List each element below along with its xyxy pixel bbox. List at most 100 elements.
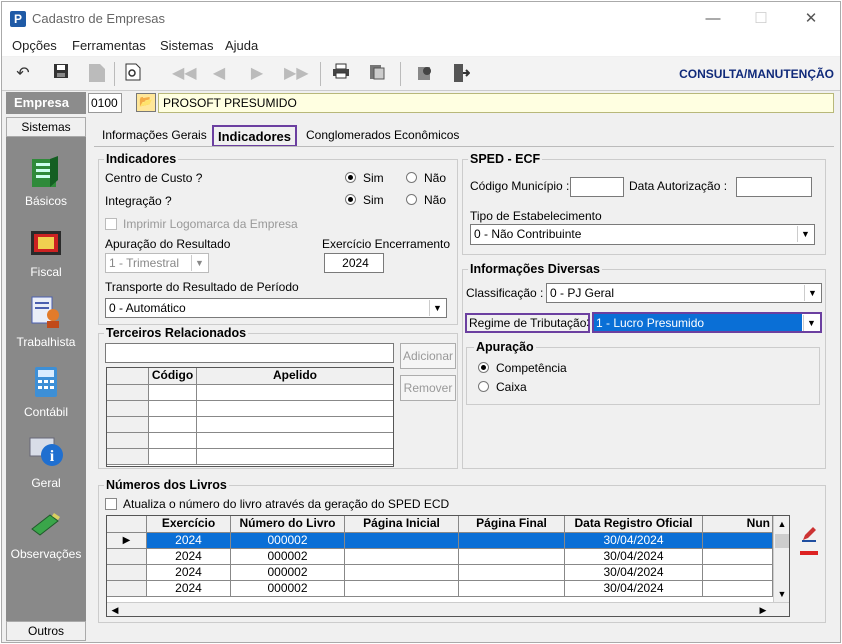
table-cell[interactable]: 000002 bbox=[231, 533, 345, 549]
atualiza-livro-checkbox[interactable] bbox=[105, 498, 117, 510]
new-document-icon[interactable] bbox=[86, 63, 108, 85]
table-cell[interactable] bbox=[197, 401, 393, 417]
codigo-municipio-field[interactable] bbox=[570, 177, 624, 197]
table-cell[interactable] bbox=[459, 565, 565, 581]
maximize-button[interactable]: ☐ bbox=[746, 8, 776, 30]
table-cell[interactable] bbox=[149, 433, 197, 449]
table-cell[interactable]: 2024 bbox=[147, 549, 231, 565]
sidebar-item-trabalhista[interactable]: Trabalhista bbox=[6, 335, 86, 349]
apuracao-resultado-select[interactable]: 1 - Trimestral ▼ bbox=[105, 253, 209, 273]
tab-conglomerados[interactable]: Conglomerados Econômicos bbox=[302, 125, 463, 147]
row-indicator[interactable] bbox=[107, 417, 149, 433]
report-icon[interactable] bbox=[366, 63, 388, 85]
basicos-icon[interactable] bbox=[28, 155, 64, 189]
row-indicator[interactable] bbox=[107, 385, 149, 401]
table-cell[interactable]: 000002 bbox=[231, 549, 345, 565]
minimize-button[interactable]: — bbox=[698, 8, 728, 30]
edit-pencil-icon[interactable] bbox=[800, 525, 818, 543]
table-cell[interactable] bbox=[149, 449, 197, 465]
table-cell[interactable]: 2024 bbox=[147, 533, 231, 549]
observacoes-icon[interactable] bbox=[28, 507, 64, 541]
close-button[interactable]: ✕ bbox=[796, 8, 826, 30]
table-cell[interactable]: 30/04/2024 bbox=[565, 533, 703, 549]
table-cell[interactable] bbox=[459, 581, 565, 597]
folder-open-icon[interactable]: 📂 bbox=[136, 93, 156, 112]
last-record-icon[interactable]: ▶▶ bbox=[284, 63, 309, 85]
tipo-estabelecimento-select[interactable]: 0 - Não Contribuinte ▼ bbox=[470, 224, 815, 245]
row-indicator[interactable]: ▶ bbox=[107, 533, 147, 549]
row-indicator[interactable] bbox=[107, 565, 147, 581]
row-indicator[interactable] bbox=[107, 433, 149, 449]
exit-door-icon[interactable] bbox=[450, 63, 472, 85]
table-cell[interactable] bbox=[345, 549, 459, 565]
table-cell[interactable] bbox=[149, 385, 197, 401]
table-cell[interactable]: 2024 bbox=[147, 581, 231, 597]
table-cell[interactable] bbox=[149, 417, 197, 433]
row-indicator[interactable] bbox=[107, 581, 147, 597]
menu-sistemas[interactable]: Sistemas bbox=[160, 38, 213, 53]
livros-vertical-scrollbar[interactable]: ▲ ▼ bbox=[773, 516, 789, 602]
table-cell[interactable] bbox=[345, 581, 459, 597]
geral-info-icon[interactable]: i bbox=[28, 435, 64, 469]
table-cell[interactable]: 000002 bbox=[231, 565, 345, 581]
adicionar-button[interactable]: Adicionar bbox=[400, 343, 456, 369]
integracao-nao-radio[interactable] bbox=[406, 194, 417, 205]
scroll-up-icon[interactable]: ▲ bbox=[774, 516, 789, 532]
tab-informacoes-gerais[interactable]: Informações Gerais bbox=[98, 125, 211, 147]
tab-indicadores[interactable]: Indicadores bbox=[212, 125, 297, 147]
row-indicator[interactable] bbox=[107, 449, 149, 465]
scroll-right-icon[interactable]: ▶ bbox=[755, 602, 771, 616]
sidebar-footer-outros[interactable]: Outros bbox=[6, 621, 86, 641]
table-cell[interactable]: 2024 bbox=[147, 565, 231, 581]
trabalhista-icon[interactable] bbox=[28, 295, 64, 329]
menu-ajuda[interactable]: Ajuda bbox=[225, 38, 258, 53]
next-record-icon[interactable]: ▶ bbox=[246, 63, 268, 85]
caixa-radio[interactable] bbox=[478, 381, 489, 392]
sidebar-item-basicos[interactable]: Básicos bbox=[6, 194, 86, 208]
table-cell[interactable] bbox=[197, 433, 393, 449]
table-cell[interactable]: 30/04/2024 bbox=[565, 581, 703, 597]
regime-tributacao-select[interactable]: 1 - Lucro Presumido ▼ bbox=[592, 312, 822, 333]
menu-opcoes[interactable]: Opções bbox=[12, 38, 57, 53]
contabil-icon[interactable] bbox=[28, 365, 64, 399]
sidebar-item-observacoes[interactable]: Observações bbox=[6, 547, 86, 561]
table-cell[interactable] bbox=[703, 533, 773, 549]
table-cell[interactable] bbox=[703, 581, 773, 597]
remover-button[interactable]: Remover bbox=[400, 375, 456, 401]
integracao-sim-radio[interactable] bbox=[345, 194, 356, 205]
table-cell[interactable] bbox=[149, 401, 197, 417]
first-record-icon[interactable]: ◀◀ bbox=[172, 63, 197, 85]
row-indicator[interactable] bbox=[107, 549, 147, 565]
table-cell[interactable] bbox=[703, 565, 773, 581]
table-cell[interactable] bbox=[459, 549, 565, 565]
table-cell[interactable]: 000002 bbox=[231, 581, 345, 597]
imprimir-logo-checkbox[interactable] bbox=[105, 218, 117, 230]
table-cell[interactable] bbox=[197, 449, 393, 465]
table-cell[interactable] bbox=[703, 549, 773, 565]
table-cell[interactable] bbox=[197, 417, 393, 433]
previous-record-icon[interactable]: ◀ bbox=[208, 63, 230, 85]
table-cell[interactable] bbox=[345, 565, 459, 581]
menu-ferramentas[interactable]: Ferramentas bbox=[72, 38, 146, 53]
table-cell[interactable]: 30/04/2024 bbox=[565, 549, 703, 565]
terceiros-search-field[interactable] bbox=[105, 343, 394, 363]
sidebar-item-contabil[interactable]: Contábil bbox=[6, 405, 86, 419]
tools-icon[interactable] bbox=[414, 63, 436, 85]
remove-minus-icon[interactable] bbox=[800, 551, 818, 555]
transporte-select[interactable]: 0 - Automático ▼ bbox=[105, 298, 447, 318]
empresa-code-field[interactable]: 0100 bbox=[88, 93, 122, 113]
fiscal-icon[interactable] bbox=[28, 225, 64, 259]
undo-icon[interactable]: ↶ bbox=[12, 63, 34, 85]
centro-custo-sim-radio[interactable] bbox=[345, 172, 356, 183]
exercicio-encerramento-field[interactable]: 2024 bbox=[324, 253, 384, 273]
classificacao-select[interactable]: 0 - PJ Geral ▼ bbox=[546, 283, 822, 303]
table-cell[interactable]: 30/04/2024 bbox=[565, 565, 703, 581]
table-cell[interactable] bbox=[459, 533, 565, 549]
data-autorizacao-field[interactable] bbox=[736, 177, 812, 197]
row-indicator[interactable] bbox=[107, 401, 149, 417]
preview-icon[interactable] bbox=[122, 63, 144, 85]
table-cell[interactable] bbox=[345, 533, 459, 549]
sidebar-header-sistemas[interactable]: Sistemas bbox=[6, 117, 86, 137]
scroll-down-icon[interactable]: ▼ bbox=[774, 586, 789, 602]
competencia-radio[interactable] bbox=[478, 362, 489, 373]
